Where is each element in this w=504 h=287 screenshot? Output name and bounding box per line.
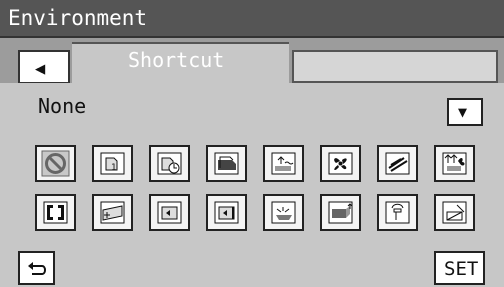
tab-shortcut-label: Shortcut (128, 48, 225, 72)
return-icon (28, 262, 46, 275)
shortcut-signature-button[interactable] (377, 145, 418, 182)
paper-cassette-icon (100, 201, 125, 224)
single-document-icon: 1 (100, 152, 125, 175)
set-button-label: SET (444, 258, 479, 280)
back-button[interactable] (18, 251, 55, 285)
shortcut-output-tray-button[interactable] (320, 194, 361, 231)
shortcut-bracket-button[interactable] (35, 194, 76, 231)
svg-text:1: 1 (111, 163, 117, 173)
shortcut-paper-feed-button[interactable] (263, 194, 304, 231)
fan-icon (328, 152, 353, 175)
shortcut-toner-button[interactable] (434, 194, 475, 231)
shortcut-right-page-button[interactable] (206, 194, 247, 231)
left-arrow-icon: ◀ (35, 59, 46, 79)
shortcut-single-document-button[interactable]: 1 (92, 145, 133, 182)
previous-tab-button[interactable]: ◀ (18, 50, 70, 84)
signature-icon (385, 152, 410, 175)
window-title: Environment (8, 6, 148, 30)
set-button[interactable]: SET (434, 251, 485, 285)
chevron-down-icon: ▼ (458, 103, 468, 121)
shortcut-stamp-button[interactable] (377, 194, 418, 231)
bracket-icon (43, 201, 68, 224)
current-shortcut-value: None (38, 94, 87, 118)
paper-output-icon (271, 152, 296, 175)
stamp-icon (385, 201, 410, 224)
transfer-settings-icon (442, 152, 467, 175)
tab-shortcut[interactable]: Shortcut (72, 42, 289, 86)
next-tab-area[interactable] (292, 50, 498, 83)
paper-feed-icon (271, 201, 296, 224)
shortcut-fan-button[interactable] (320, 145, 361, 182)
shortcut-paper-cassette-button[interactable] (92, 194, 133, 231)
right-page-icon (214, 201, 239, 224)
shortcut-dropdown-button[interactable]: ▼ (447, 98, 483, 126)
environment-shortcut-screen: Environment ◀ Shortcut None ▼ 1 SET (0, 0, 504, 287)
none-icon (41, 150, 70, 177)
shortcut-left-page-button[interactable] (149, 194, 190, 231)
shortcut-stacked-document-button[interactable] (206, 145, 247, 182)
shortcut-transfer-settings-button[interactable] (434, 145, 475, 182)
timer-document-icon (157, 152, 182, 175)
shortcut-paper-output-button[interactable] (263, 145, 304, 182)
stacked-document-icon (214, 152, 239, 175)
shortcut-timer-document-button[interactable] (149, 145, 190, 182)
title-bar: Environment (0, 0, 504, 38)
toner-icon (442, 201, 467, 224)
left-page-icon (157, 201, 182, 224)
shortcut-none-button[interactable] (35, 145, 76, 182)
output-tray-icon (328, 201, 353, 224)
